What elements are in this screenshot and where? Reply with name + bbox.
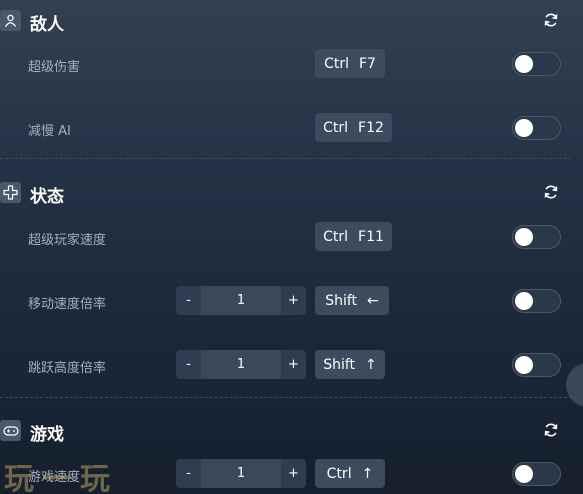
- row-label-super-player-speed: 超级玩家速度: [28, 233, 107, 248]
- section-title: 敌人: [30, 15, 64, 35]
- stepper-value-input[interactable]: 1: [201, 459, 281, 488]
- gamepad-icon: [0, 420, 21, 441]
- hotkey-modifier: Shift: [325, 292, 358, 309]
- section-divider: [0, 397, 572, 398]
- side-panel-handle[interactable]: [566, 363, 583, 407]
- hotkey-key: ↑: [361, 465, 374, 482]
- hotkey-key: F11: [358, 228, 384, 245]
- hotkey-button[interactable]: Shift ↑: [315, 350, 385, 379]
- toggle-switch[interactable]: [512, 225, 561, 249]
- section-divider: [0, 158, 572, 159]
- section-title: 游戏: [30, 425, 64, 445]
- reset-icon[interactable]: [543, 12, 559, 28]
- hotkey-key: ↑: [365, 356, 377, 373]
- hotkey-button[interactable]: Ctrl F12: [315, 113, 392, 142]
- hotkey-modifier: Ctrl: [323, 119, 349, 136]
- hotkey-key: F7: [358, 55, 376, 72]
- toggle-knob: [515, 465, 533, 483]
- dpad-icon: [0, 182, 21, 203]
- toggle-knob: [515, 356, 533, 374]
- hotkey-modifier: Ctrl: [324, 55, 349, 72]
- toggle-knob: [515, 292, 533, 310]
- hotkey-modifier: Ctrl: [323, 228, 349, 245]
- row-label-slow-ai: 减慢 AI: [28, 124, 71, 139]
- section-header-game: 游戏: [0, 414, 583, 448]
- hotkey-key: ←: [367, 292, 379, 309]
- quantity-stepper: - 1 +: [176, 286, 306, 315]
- toggle-switch[interactable]: [512, 289, 561, 313]
- person-icon: [0, 10, 21, 31]
- hotkey-button[interactable]: Ctrl F11: [315, 222, 392, 251]
- stepper-value-input[interactable]: 1: [201, 350, 281, 379]
- stepper-value-input[interactable]: 1: [201, 286, 281, 315]
- toggle-switch[interactable]: [512, 52, 561, 76]
- section-header-enemy: 敌人: [0, 4, 583, 38]
- section-header-status: 状态: [0, 176, 583, 210]
- watermark-logo: 玩一玩: [4, 462, 118, 494]
- row-label-jump-height-multiplier: 跳跃高度倍率: [28, 361, 107, 376]
- row-label-move-speed-multiplier: 移动速度倍率: [28, 297, 107, 312]
- toggle-switch[interactable]: [512, 116, 561, 140]
- decrement-button[interactable]: -: [176, 350, 201, 379]
- hotkey-button[interactable]: Ctrl ↑: [315, 459, 385, 488]
- quantity-stepper: - 1 +: [176, 350, 306, 379]
- row-label-super-damage: 超级伤害: [28, 60, 81, 75]
- section-title: 状态: [30, 187, 64, 207]
- toggle-knob: [515, 228, 533, 246]
- toggle-knob: [515, 119, 533, 137]
- reset-icon[interactable]: [543, 422, 559, 438]
- hotkey-key: F12: [358, 119, 384, 136]
- reset-icon[interactable]: [543, 184, 559, 200]
- decrement-button[interactable]: -: [176, 286, 201, 315]
- hotkey-modifier: Ctrl: [326, 465, 352, 482]
- hotkey-modifier: Shift: [323, 356, 356, 373]
- hotkey-button[interactable]: Shift ←: [315, 286, 389, 315]
- increment-button[interactable]: +: [281, 350, 306, 379]
- hotkey-button[interactable]: Ctrl F7: [315, 49, 385, 78]
- increment-button[interactable]: +: [281, 286, 306, 315]
- quantity-stepper: - 1 +: [176, 459, 306, 488]
- toggle-knob: [515, 55, 533, 73]
- decrement-button[interactable]: -: [176, 459, 201, 488]
- toggle-switch[interactable]: [512, 462, 561, 486]
- toggle-switch[interactable]: [512, 353, 561, 377]
- increment-button[interactable]: +: [281, 459, 306, 488]
